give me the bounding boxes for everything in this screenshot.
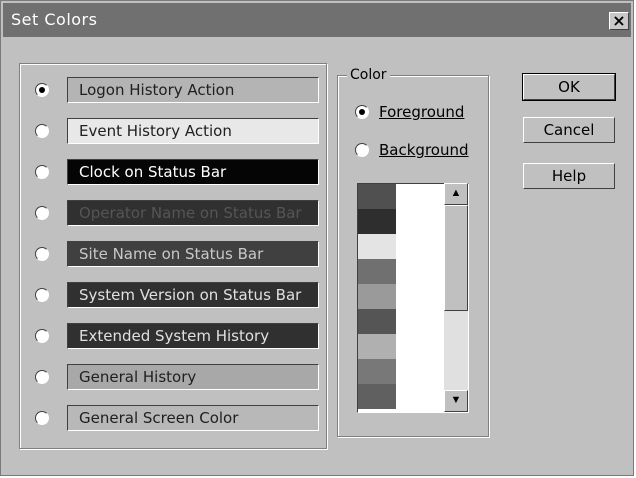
- color-swatch[interactable]: [358, 359, 396, 384]
- option-radio[interactable]: [35, 370, 51, 386]
- scroll-thumb[interactable]: [444, 205, 468, 311]
- option-color-sample[interactable]: Clock on Status Bar: [67, 159, 319, 185]
- option-radio[interactable]: [35, 411, 51, 427]
- close-button[interactable]: ×: [609, 11, 629, 30]
- set-colors-dialog: Set Colors × Logon History Action Event H…: [0, 0, 634, 476]
- option-radio[interactable]: [35, 288, 51, 304]
- color-swatch[interactable]: [358, 284, 396, 309]
- option-radio[interactable]: [35, 329, 51, 345]
- color-swatch[interactable]: [358, 334, 396, 359]
- background-label[interactable]: Background: [379, 141, 469, 159]
- scroll-up-button[interactable]: ▲: [444, 183, 468, 205]
- arrow-down-icon: ▼: [450, 394, 462, 406]
- option-color-sample[interactable]: General Screen Color: [67, 405, 319, 431]
- option-color-sample[interactable]: Event History Action: [67, 118, 319, 144]
- option-label: System Version on Status Bar: [79, 286, 302, 304]
- option-radio[interactable]: [35, 124, 51, 140]
- color-swatch[interactable]: [358, 309, 396, 334]
- option-label: Logon History Action: [79, 81, 235, 99]
- title-bar: Set Colors ×: [3, 3, 631, 37]
- color-swatch[interactable]: [358, 209, 396, 234]
- color-group-legend: Color: [347, 67, 390, 83]
- option-label: Event History Action: [79, 122, 232, 140]
- option-color-sample[interactable]: Site Name on Status Bar: [67, 241, 319, 267]
- option-label: Operator Name on Status Bar: [79, 204, 302, 222]
- option-label: Site Name on Status Bar: [79, 245, 264, 263]
- color-swatch[interactable]: [358, 384, 396, 409]
- option-radio[interactable]: [35, 83, 51, 99]
- option-color-sample[interactable]: Extended System History: [67, 323, 319, 349]
- background-radio[interactable]: [355, 143, 371, 159]
- cancel-button[interactable]: Cancel: [523, 117, 615, 143]
- option-radio[interactable]: [35, 206, 51, 222]
- color-swatch[interactable]: [358, 184, 396, 209]
- option-color-sample[interactable]: System Version on Status Bar: [67, 282, 319, 308]
- option-label: Extended System History: [79, 327, 270, 345]
- color-swatch[interactable]: [358, 234, 396, 259]
- dialog-title: Set Colors: [11, 10, 98, 29]
- help-button[interactable]: Help: [523, 163, 615, 189]
- scroll-down-button[interactable]: ▼: [444, 390, 468, 412]
- option-label: General History: [79, 368, 197, 386]
- ok-button[interactable]: OK: [522, 73, 616, 101]
- option-color-sample[interactable]: Logon History Action: [67, 77, 319, 103]
- option-radio[interactable]: [35, 247, 51, 263]
- option-color-sample[interactable]: Operator Name on Status Bar: [67, 200, 319, 226]
- color-list-scrollbar[interactable]: ▲ ▼: [444, 183, 468, 412]
- color-swatch[interactable]: [358, 259, 396, 284]
- option-color-sample[interactable]: General History: [67, 364, 319, 390]
- foreground-label[interactable]: Foreground: [379, 103, 464, 121]
- option-label: Clock on Status Bar: [79, 163, 227, 181]
- arrow-up-icon: ▲: [450, 187, 462, 199]
- close-icon: ×: [612, 11, 626, 30]
- foreground-radio[interactable]: [355, 105, 371, 121]
- option-radio[interactable]: [35, 165, 51, 181]
- option-label: General Screen Color: [79, 409, 239, 427]
